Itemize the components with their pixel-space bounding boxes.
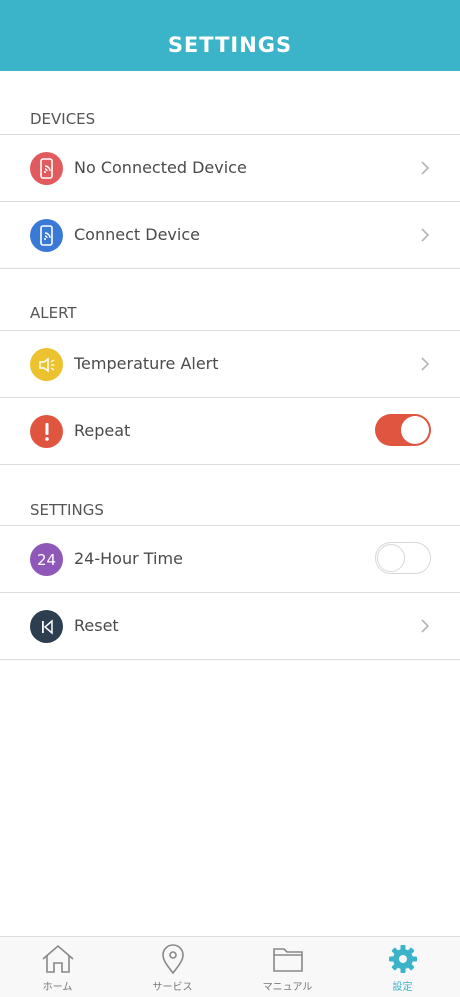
section-title-settings: SETTINGS: [30, 501, 104, 519]
icon-text: 24: [36, 550, 57, 569]
tab-label: ホーム: [42, 982, 73, 993]
phone-wifi-icon: [30, 219, 63, 252]
skip-back-icon: [30, 610, 63, 643]
repeat-toggle[interactable]: [375, 414, 431, 446]
divider: [0, 268, 460, 269]
tab-label: マニュアル: [262, 982, 313, 993]
toggle-knob: [401, 416, 429, 444]
page-title: SETTINGS: [167, 32, 293, 57]
tab-label: 設定: [392, 982, 413, 993]
location-pin-icon: [162, 944, 184, 975]
chevron-right-icon: [421, 161, 430, 175]
row-label: 24-Hour Time: [74, 549, 183, 568]
row-connect-device[interactable]: Connect Device: [0, 202, 460, 268]
row-label: Connect Device: [74, 225, 200, 244]
phone-wifi-icon: [30, 152, 63, 185]
24-hour-time-toggle[interactable]: [375, 542, 431, 574]
tab-bar: ホーム サービス マニュアル 設定: [0, 936, 460, 997]
chevron-right-icon: [421, 228, 430, 242]
tab-home[interactable]: ホーム: [0, 937, 115, 997]
row-label: No Connected Device: [74, 158, 247, 177]
chevron-right-icon: [421, 357, 430, 371]
section-title-devices: DEVICES: [30, 110, 96, 128]
row-no-connected-device[interactable]: No Connected Device: [0, 135, 460, 201]
tab-manual[interactable]: マニュアル: [230, 937, 345, 997]
row-24-hour-time: 24 24-Hour Time: [0, 526, 460, 592]
gear-icon: [389, 945, 417, 973]
row-temperature-alert[interactable]: Temperature Alert: [0, 331, 460, 397]
row-repeat: Repeat: [0, 398, 460, 464]
divider: [0, 659, 460, 660]
row-reset[interactable]: Reset: [0, 593, 460, 659]
home-icon: [42, 944, 74, 973]
tab-label: サービス: [152, 982, 193, 993]
divider: [0, 464, 460, 465]
header-bar: SETTINGS: [0, 0, 460, 71]
tab-service[interactable]: サービス: [115, 937, 230, 997]
speaker-icon: [30, 348, 63, 381]
section-title-alert: ALERT: [30, 304, 77, 322]
row-label: Reset: [74, 616, 119, 635]
exclamation-icon: [30, 415, 63, 448]
row-label: Temperature Alert: [74, 354, 219, 373]
chevron-right-icon: [421, 619, 430, 633]
folder-icon: [273, 948, 303, 972]
row-label: Repeat: [74, 421, 131, 440]
24-hour-icon: 24: [30, 543, 63, 576]
tab-settings[interactable]: 設定: [345, 937, 460, 997]
toggle-knob: [377, 544, 405, 572]
